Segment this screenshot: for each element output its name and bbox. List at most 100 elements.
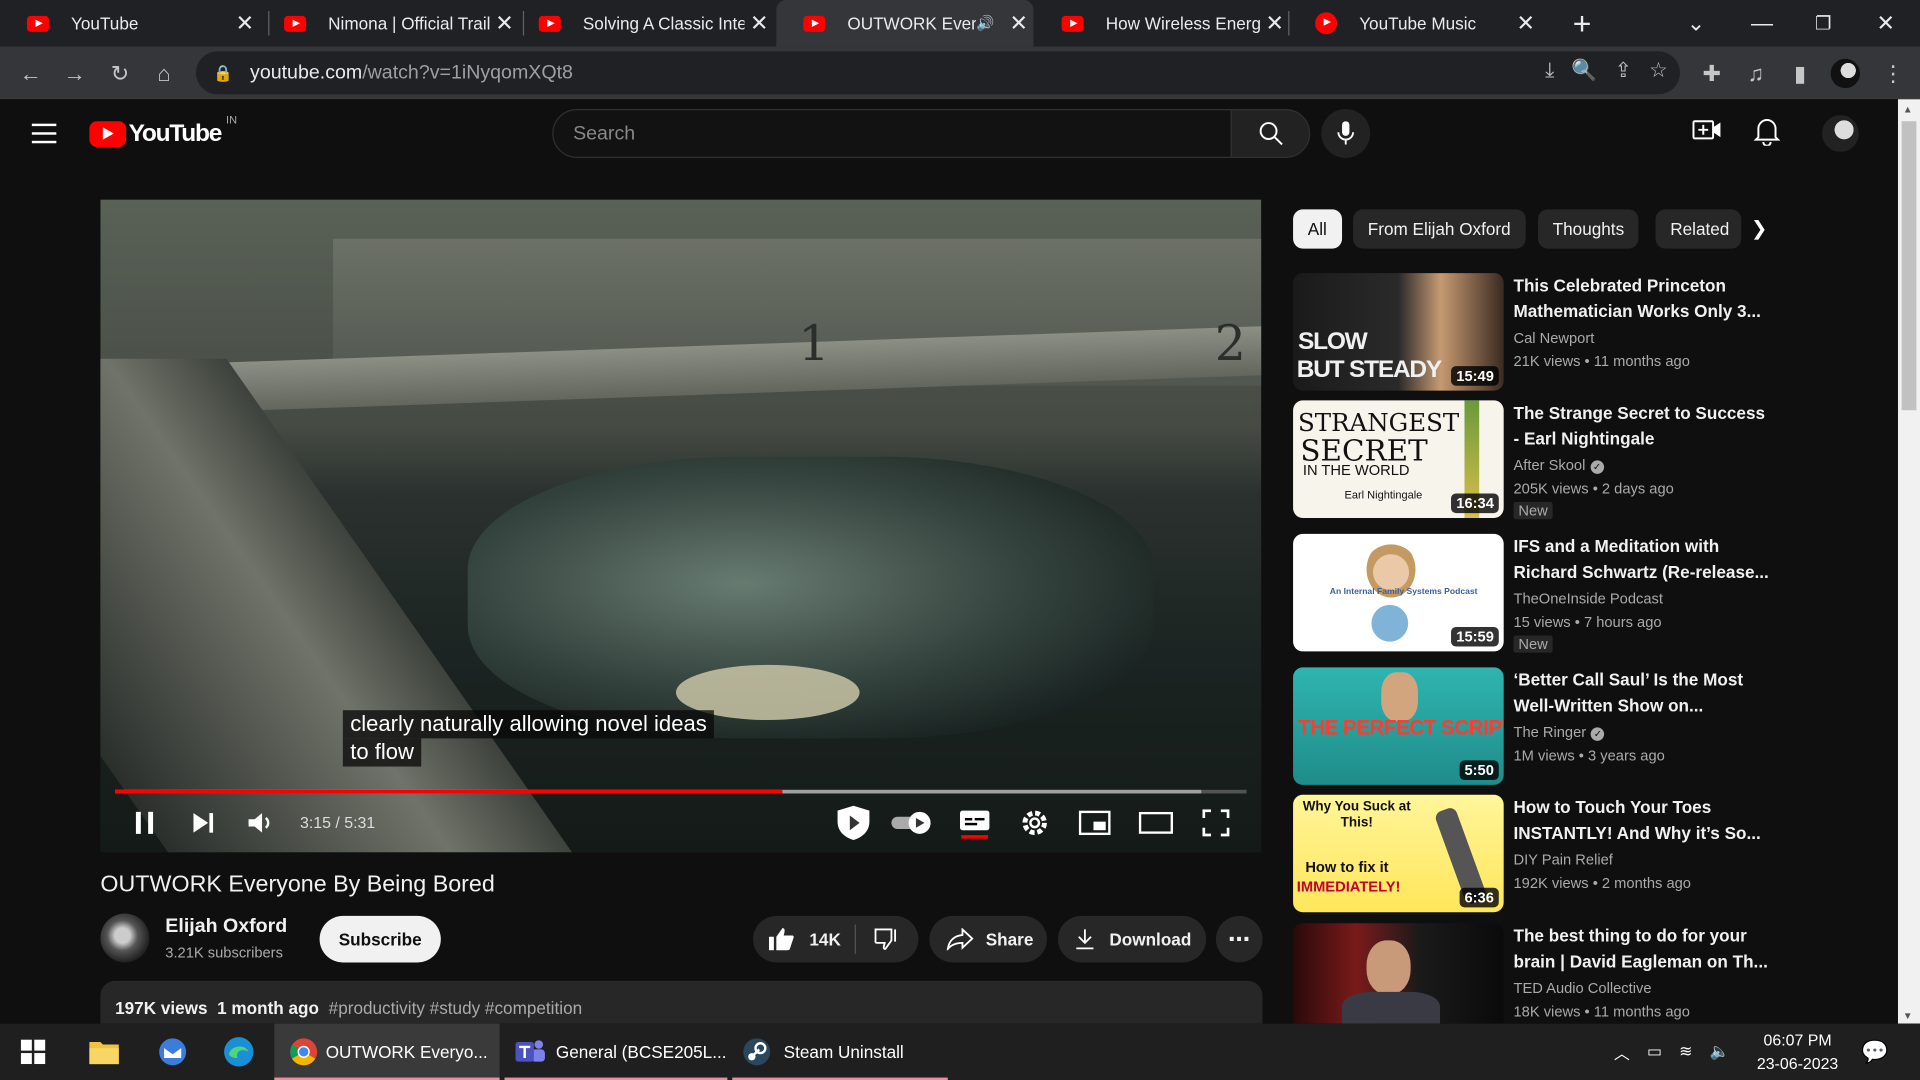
- voice-search-button[interactable]: [1321, 108, 1371, 158]
- home-button[interactable]: ⌂: [147, 56, 181, 90]
- video-title[interactable]: The best thing to do for your brain | Dav…: [1513, 923, 1770, 974]
- volume-tray-icon[interactable]: 🔈: [1710, 1042, 1730, 1062]
- edge-browser-icon[interactable]: [223, 1024, 255, 1080]
- tab-search-button[interactable]: ⌄: [1667, 0, 1726, 47]
- side-panel-icon[interactable]: ▮: [1783, 56, 1817, 90]
- recommendation-item[interactable]: SLOW BUT STEADY 15:49 This Celebrated Pr…: [1293, 273, 1783, 393]
- video-thumbnail[interactable]: [1293, 923, 1504, 1024]
- pause-button[interactable]: [130, 807, 159, 839]
- back-button[interactable]: ←: [13, 56, 47, 90]
- miniplayer-button[interactable]: [1078, 807, 1112, 839]
- video-title[interactable]: IFS and a Meditation with Richard Schwart…: [1513, 534, 1770, 585]
- video-thumbnail[interactable]: SLOW BUT STEADY 15:49: [1293, 273, 1504, 391]
- tab-wireless[interactable]: How Wireless Energy F ✕: [1035, 0, 1290, 47]
- video-thumbnail[interactable]: An Internal Family Systems Podcast 15:59: [1293, 533, 1504, 652]
- close-window-button[interactable]: ✕: [1856, 0, 1915, 47]
- next-button[interactable]: [189, 807, 218, 839]
- tab-solving[interactable]: Solving A Classic Inter ✕: [512, 0, 774, 47]
- progress-bar[interactable]: [115, 789, 1247, 794]
- tab-nimona[interactable]: Nimona | Official Traile ✕: [257, 0, 519, 47]
- notifications-bell-icon[interactable]: [1753, 116, 1781, 152]
- hamburger-menu-icon[interactable]: [31, 123, 57, 150]
- new-tab-button[interactable]: +: [1564, 5, 1601, 43]
- hashtags[interactable]: #productivity #study #competition: [329, 998, 582, 1018]
- extensions-icon[interactable]: ✚: [1695, 56, 1729, 90]
- channel-name[interactable]: The Ringer ✓: [1513, 724, 1605, 741]
- video-title[interactable]: How to Touch Your Toes INSTANTLY! And Why…: [1513, 795, 1770, 846]
- recommendation-item[interactable]: An Internal Family Systems Podcast 15:59…: [1293, 533, 1783, 654]
- install-icon[interactable]: ⤓: [1545, 59, 1554, 83]
- volume-button[interactable]: [245, 807, 277, 839]
- video-thumbnail[interactable]: STRANGEST SECRET IN THE WORLD Earl Night…: [1293, 400, 1504, 518]
- taskbar-chrome-app[interactable]: OUTWORK Everyo...: [274, 1023, 500, 1080]
- adblock-shield-button[interactable]: [835, 805, 872, 841]
- video-title[interactable]: The Strange Secret to Success - Earl Nigh…: [1513, 400, 1770, 451]
- address-bar[interactable]: 🔒 youtube.com/watch?v=1iNyqomXQt8 ⤓ 🔍 ⇪ …: [195, 51, 1681, 95]
- search-button[interactable]: [1230, 108, 1311, 158]
- channel-name[interactable]: TED Audio Collective: [1513, 980, 1651, 997]
- recommendation-item[interactable]: THE PERFECT SCRIPT 5:50 ‘Better Call Sau…: [1293, 667, 1783, 787]
- channel-name[interactable]: Elijah Oxford: [165, 916, 287, 938]
- forward-button[interactable]: →: [58, 56, 92, 90]
- dislike-button[interactable]: [856, 927, 917, 951]
- chips-next-chevron-icon[interactable]: ❯: [1751, 217, 1767, 241]
- like-button[interactable]: 14K: [753, 927, 855, 951]
- channel-name[interactable]: Cal Newport: [1513, 329, 1594, 346]
- browser-menu-icon[interactable]: ⋮: [1876, 56, 1910, 90]
- video-player[interactable]: 1 2 clearly naturally allowing novel ide…: [100, 199, 1262, 853]
- recommendation-item[interactable]: STRANGEST SECRET IN THE WORLD Earl Night…: [1293, 400, 1783, 520]
- fullscreen-button[interactable]: [1200, 807, 1232, 839]
- notifications-icon[interactable]: 💬: [1861, 1024, 1888, 1080]
- scrollbar-thumb[interactable]: [1901, 121, 1917, 411]
- close-icon[interactable]: ✕: [1004, 10, 1033, 36]
- description-box[interactable]: 197K views 1 month ago #productivity #st…: [100, 980, 1263, 1024]
- restore-button[interactable]: ❐: [1794, 0, 1853, 47]
- channel-name[interactable]: TheOneInside Podcast: [1513, 590, 1662, 607]
- speaker-icon[interactable]: 🔊: [976, 15, 994, 32]
- share-icon[interactable]: ⇪: [1615, 59, 1632, 83]
- theater-mode-button[interactable]: [1138, 807, 1174, 839]
- share-button[interactable]: Share: [929, 915, 1047, 963]
- lock-icon[interactable]: 🔒: [213, 63, 233, 83]
- account-avatar[interactable]: [1822, 115, 1859, 152]
- page-scrollbar[interactable]: ▲ ▼: [1897, 99, 1920, 1024]
- settings-button[interactable]: [1019, 807, 1051, 839]
- search-input[interactable]: Search: [552, 108, 1232, 158]
- download-button[interactable]: Download: [1057, 915, 1207, 963]
- tab-youtube[interactable]: YouTube ✕: [0, 0, 260, 47]
- more-actions-button[interactable]: ⋯: [1215, 915, 1263, 963]
- wifi-icon[interactable]: ≋: [1679, 1042, 1692, 1062]
- reload-button[interactable]: ↻: [103, 56, 137, 90]
- video-thumbnail[interactable]: THE PERFECT SCRIPT 5:50: [1293, 667, 1504, 785]
- channel-avatar[interactable]: [100, 913, 150, 963]
- tab-outwork[interactable]: OUTWORK Everyo 🔊 ✕: [776, 0, 1034, 47]
- video-title[interactable]: ‘Better Call Saul’ Is the Most Well-Writt…: [1513, 667, 1770, 718]
- battery-icon[interactable]: ▭: [1647, 1042, 1662, 1062]
- channel-name[interactable]: DIY Pain Relief: [1513, 851, 1612, 868]
- chip-all[interactable]: All: [1293, 209, 1342, 249]
- media-control-icon[interactable]: ♫: [1739, 56, 1773, 90]
- close-icon[interactable]: ✕: [230, 10, 259, 36]
- close-icon[interactable]: ✕: [744, 10, 773, 36]
- close-icon[interactable]: ✕: [1260, 10, 1289, 36]
- chip-related[interactable]: Related: [1655, 209, 1742, 249]
- file-explorer-icon[interactable]: [88, 1024, 120, 1080]
- profile-avatar[interactable]: [1828, 56, 1862, 90]
- channel-name[interactable]: After Skool ✓: [1513, 457, 1604, 474]
- youtube-logo[interactable]: YouTube IN: [89, 113, 237, 148]
- taskbar-steam-app[interactable]: Steam Uninstall: [732, 1024, 948, 1080]
- autoplay-toggle[interactable]: [889, 807, 936, 839]
- minimize-button[interactable]: —: [1733, 0, 1792, 47]
- zoom-icon[interactable]: 🔍: [1571, 59, 1597, 83]
- start-button[interactable]: [20, 1024, 46, 1080]
- bookmark-star-icon[interactable]: ☆: [1649, 59, 1668, 83]
- subscribe-button[interactable]: Subscribe: [319, 915, 441, 963]
- chip-from-channel[interactable]: From Elijah Oxford: [1353, 209, 1526, 249]
- clock[interactable]: 06:07 PM 23-06-2023: [1749, 1024, 1847, 1080]
- tab-youtube-music[interactable]: YouTube Music ✕: [1288, 0, 1540, 47]
- taskbar-teams-app[interactable]: General (BCSE205L...: [504, 1024, 728, 1080]
- recommendation-item[interactable]: The best thing to do for your brain | Dav…: [1293, 923, 1783, 1024]
- create-video-icon[interactable]: [1692, 116, 1721, 149]
- chip-thoughts[interactable]: Thoughts: [1537, 209, 1639, 249]
- mail-app-icon[interactable]: [157, 1024, 189, 1080]
